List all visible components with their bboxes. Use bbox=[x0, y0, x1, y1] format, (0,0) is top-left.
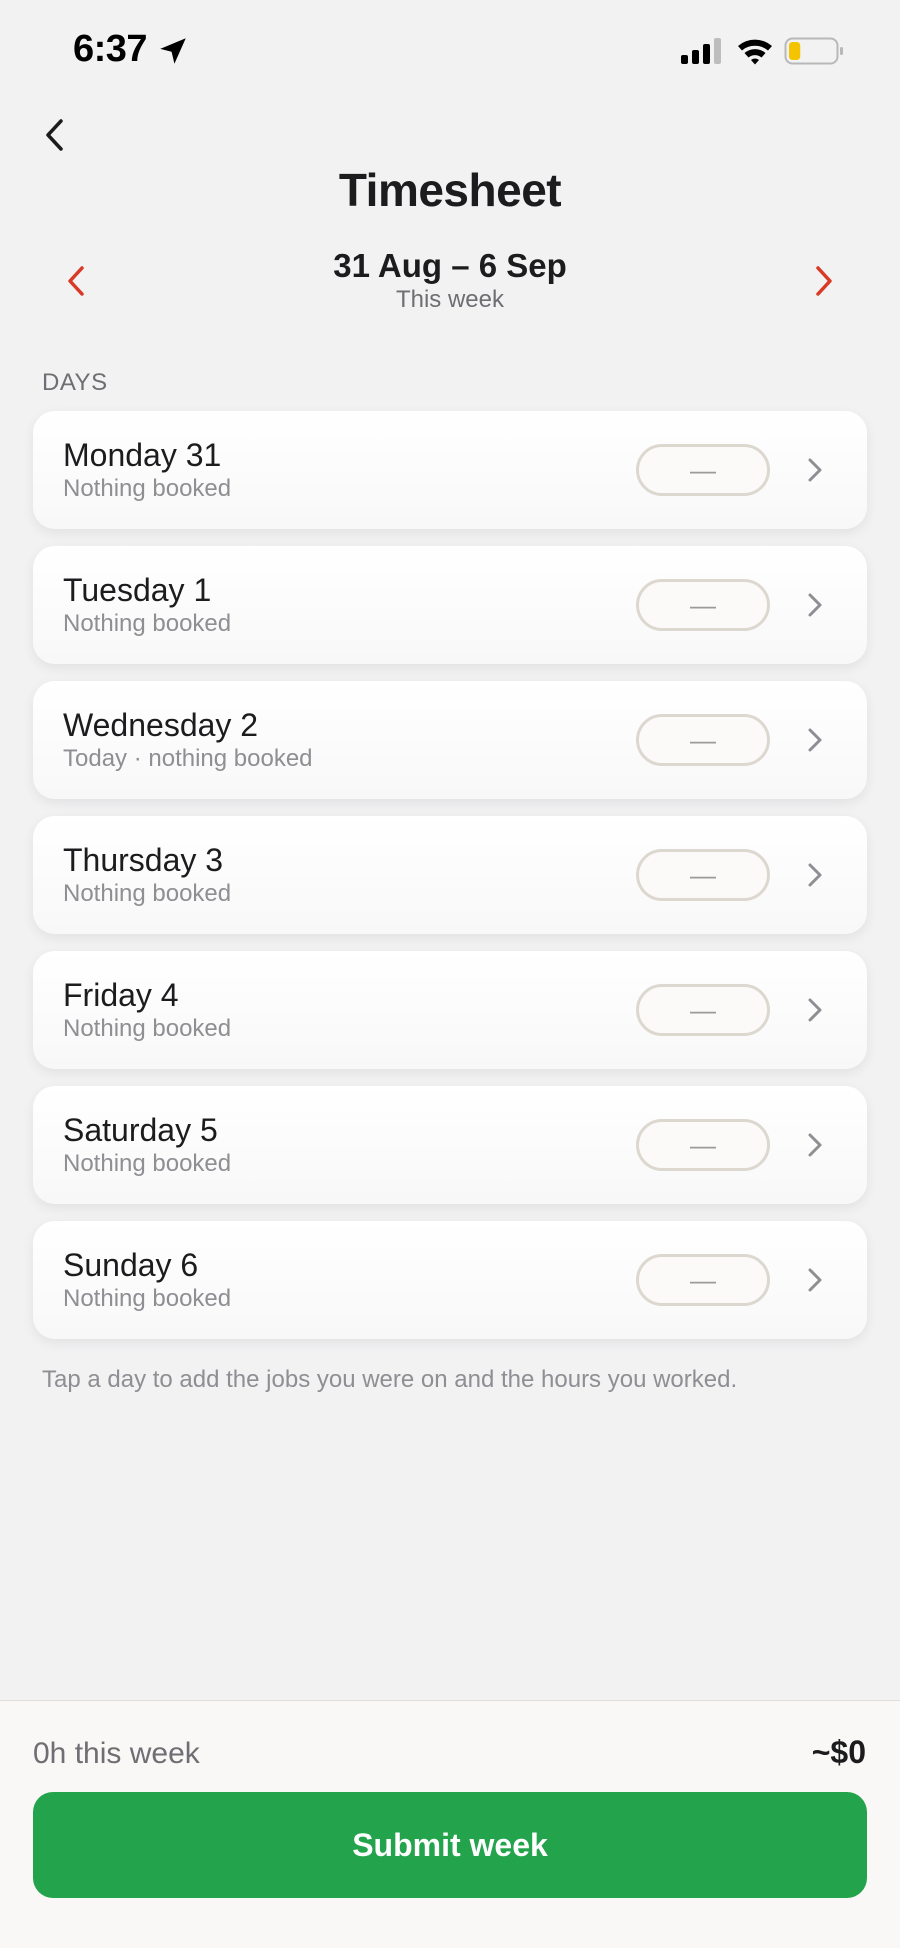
submit-week-button[interactable]: Submit week bbox=[33, 1792, 867, 1898]
chevron-right-icon bbox=[808, 1133, 822, 1157]
day-status: Nothing booked bbox=[63, 475, 232, 502]
day-status: Nothing booked bbox=[63, 1285, 232, 1312]
days-list: Monday 31 Nothing booked — Tuesday 1 Not… bbox=[33, 411, 867, 1356]
hint-text: Tap a day to add the jobs you were on an… bbox=[42, 1366, 738, 1393]
chevron-right-icon bbox=[808, 593, 822, 617]
weekly-hours-total: 0h this week bbox=[33, 1737, 200, 1770]
week-range: 31 Aug – 6 Sep bbox=[333, 247, 567, 284]
next-week-button[interactable] bbox=[802, 255, 846, 307]
day-name: Sunday 6 bbox=[63, 1247, 199, 1283]
day-status: Nothing booked bbox=[63, 1150, 232, 1177]
back-button[interactable] bbox=[34, 110, 74, 160]
chevron-right-icon bbox=[808, 728, 822, 752]
day-name: Saturday 5 bbox=[63, 1112, 218, 1148]
chevron-right-icon bbox=[808, 458, 822, 482]
day-status: Nothing booked bbox=[63, 1015, 232, 1042]
footer-bar: 0h this week ~$0 Submit week bbox=[0, 1700, 900, 1948]
hours-pill: — bbox=[636, 849, 770, 901]
cellular-signal-icon bbox=[681, 38, 721, 64]
week-subtitle: This week bbox=[395, 286, 505, 313]
day-status: Today · nothing booked bbox=[63, 745, 313, 772]
page-title: Timesheet bbox=[338, 164, 562, 216]
battery-icon bbox=[784, 37, 843, 65]
chevron-right-icon bbox=[808, 1268, 822, 1292]
day-name: Tuesday 1 bbox=[63, 572, 212, 608]
location-arrow-icon bbox=[160, 38, 186, 64]
day-name: Monday 31 bbox=[63, 437, 222, 473]
day-row-monday[interactable]: Monday 31 Nothing booked — bbox=[33, 411, 867, 529]
day-name: Wednesday 2 bbox=[63, 707, 259, 743]
battery-fill bbox=[789, 42, 801, 60]
day-row-saturday[interactable]: Saturday 5 Nothing booked — bbox=[33, 1086, 867, 1204]
day-row-friday[interactable]: Friday 4 Nothing booked — bbox=[33, 951, 867, 1069]
day-row-thursday[interactable]: Thursday 3 Nothing booked — bbox=[33, 816, 867, 934]
chevron-right-icon bbox=[808, 863, 822, 887]
chevron-right-icon bbox=[816, 266, 832, 296]
hours-pill: — bbox=[636, 984, 770, 1036]
day-status: Nothing booked bbox=[63, 610, 232, 637]
day-row-tuesday[interactable]: Tuesday 1 Nothing booked — bbox=[33, 546, 867, 664]
status-time: 6:37 bbox=[73, 28, 148, 70]
hours-pill: — bbox=[636, 714, 770, 766]
day-row-sunday[interactable]: Sunday 6 Nothing booked — bbox=[33, 1221, 867, 1339]
week-navigator: 31 Aug – 6 Sep This week bbox=[0, 245, 900, 315]
hours-pill: — bbox=[636, 444, 770, 496]
day-name: Thursday 3 bbox=[63, 842, 224, 878]
wifi-icon bbox=[738, 39, 772, 65]
hours-pill: — bbox=[636, 1119, 770, 1171]
hours-pill: — bbox=[636, 1254, 770, 1306]
day-status: Nothing booked bbox=[63, 880, 232, 907]
status-bar: 6:37 bbox=[0, 0, 900, 100]
day-row-wednesday[interactable]: Wednesday 2 Today · nothing booked — bbox=[33, 681, 867, 799]
back-chevron-icon bbox=[46, 119, 63, 151]
hours-pill: — bbox=[636, 579, 770, 631]
days-section-header: DAYS bbox=[42, 369, 108, 396]
day-name: Friday 4 bbox=[63, 977, 179, 1013]
chevron-right-icon bbox=[808, 998, 822, 1022]
weekly-amount: ~$0 bbox=[811, 1734, 866, 1770]
